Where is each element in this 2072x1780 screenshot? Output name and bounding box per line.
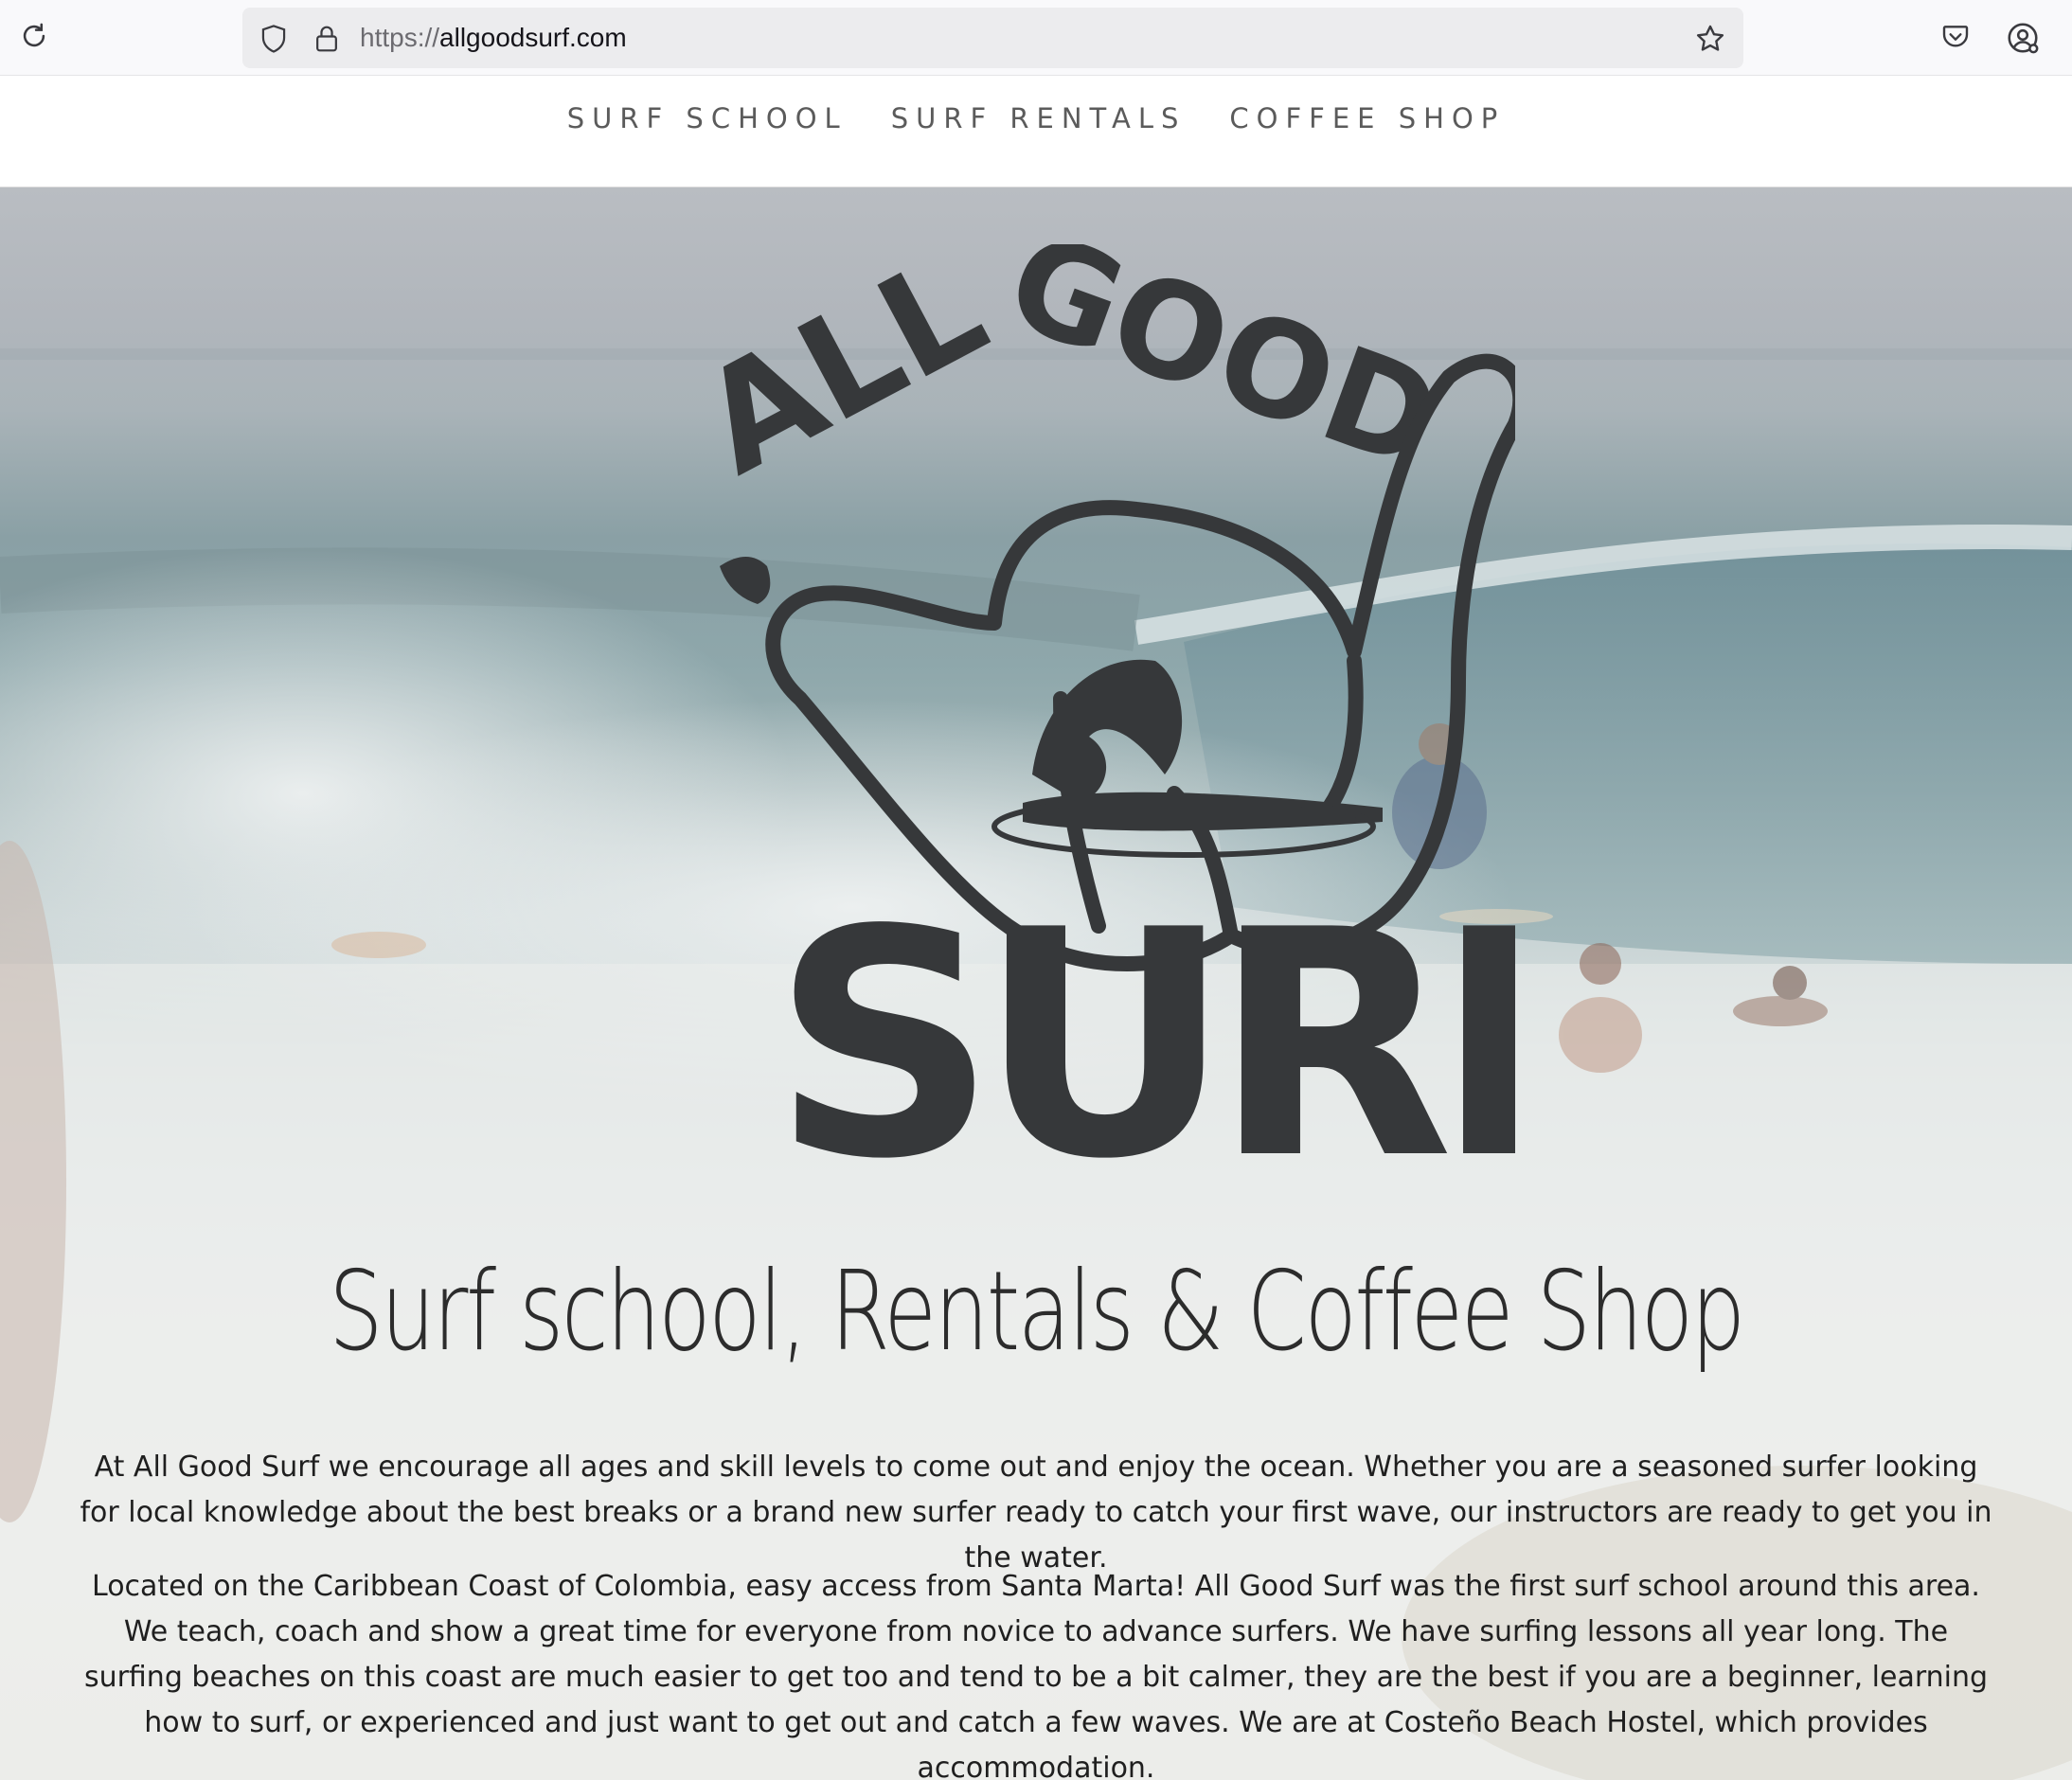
pocket-icon[interactable] <box>1936 17 1975 57</box>
svg-text:SURF: SURF <box>772 863 1515 1210</box>
url-bar[interactable]: https://allgoodsurf.com <box>242 8 1743 68</box>
url-scheme: https:// <box>360 23 440 52</box>
lock-icon[interactable] <box>311 23 343 55</box>
all-good-surf-logo: ALL GOOD SURF <box>676 244 1515 1210</box>
star-icon[interactable] <box>1692 21 1728 57</box>
svg-text:GOOD: GOOD <box>989 244 1459 501</box>
reload-icon[interactable] <box>13 15 55 57</box>
svg-text:ALL: ALL <box>676 244 1010 507</box>
shield-icon[interactable] <box>258 23 290 55</box>
hero-title: Surf school, Rentals & Coffee Shop <box>329 1248 1745 1376</box>
url-host: allgoodsurf.com <box>439 23 627 52</box>
nav-coffee-shop[interactable]: COFFEE SHOP <box>1229 102 1505 134</box>
site-nav: SURF SCHOOL SURF RENTALS COFFEE SHOP <box>0 76 2072 187</box>
nav-surf-school[interactable]: SURF SCHOOL <box>567 102 848 134</box>
browser-toolbar: https://allgoodsurf.com <box>0 0 2072 76</box>
hero-paragraph-1: At All Good Surf we encourage all ages a… <box>80 1451 1992 1575</box>
account-icon[interactable] <box>2002 17 2044 59</box>
hero-paragraph-2: Located on the Caribbean Coast of Colomb… <box>83 1570 1989 1780</box>
nav-surf-rentals[interactable]: SURF RENTALS <box>891 102 1187 134</box>
hero-section: ALL GOOD SURF Surf school, Rentals & Cof… <box>0 187 2072 1780</box>
url-text[interactable]: https://allgoodsurf.com <box>360 8 627 68</box>
